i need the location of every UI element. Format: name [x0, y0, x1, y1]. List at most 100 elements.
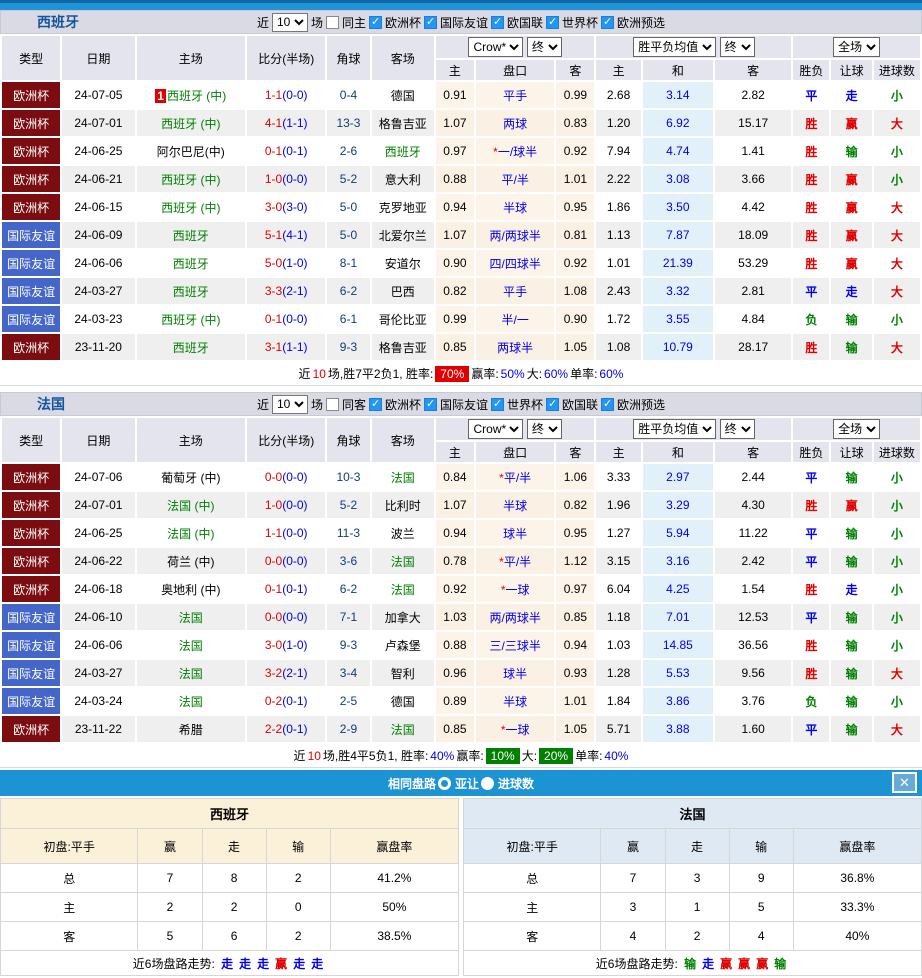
same-venue-label: 同客: [342, 396, 366, 413]
asia-odds-group-header: Crow* 终: [436, 418, 595, 440]
euro-stage-select[interactable]: 终: [720, 37, 755, 57]
score-cell: 2-2(0-1): [247, 716, 325, 742]
home-cell: 阿尔巴尼(中): [137, 138, 245, 164]
euro-draw-odds-cell: 4.25: [643, 576, 713, 602]
date-cell: 24-06-21: [62, 166, 134, 192]
near-count-select[interactable]: 10: [272, 395, 308, 414]
col-asia-away: 客: [556, 442, 594, 462]
goals-result-cell: 大: [874, 334, 920, 360]
corner-cell: 2-6: [327, 138, 369, 164]
same-venue-checkbox[interactable]: [326, 16, 339, 29]
league-checkbox-2[interactable]: [491, 398, 504, 411]
goals-result-cell: 小: [874, 492, 920, 518]
league-checkbox-0[interactable]: [369, 16, 382, 29]
panel-title: 相同盘路: [388, 775, 436, 792]
asia-home-odds-cell: 0.84: [436, 464, 474, 490]
league-checkbox-4[interactable]: [601, 398, 614, 411]
euro-company-select[interactable]: 胜平负均值: [633, 37, 716, 57]
league-checkbox-2[interactable]: [491, 16, 504, 29]
away-cell: 加拿大: [372, 604, 434, 630]
panel-stat-row: 总73936.8%: [464, 864, 922, 893]
match-row: 国际友谊24-06-06西班牙5-0(1-0)8-1安道尔0.90四/四球半0.…: [2, 250, 920, 276]
date-cell: 23-11-20: [62, 334, 134, 360]
away-cell: 格鲁吉亚: [372, 334, 434, 360]
league-checkbox-0[interactable]: [369, 398, 382, 411]
goals-result-cell: 小: [874, 306, 920, 332]
spain-matches-table: 类型 日期 主场 比分(半场) 角球 客场 Crow* 终 胜平负均值 终 全场: [0, 34, 922, 362]
home-cell: 奥地利 (中): [137, 576, 245, 602]
euro-away-odds-cell: 1.60: [715, 716, 791, 742]
euro-home-odds-cell: 1.86: [596, 194, 640, 220]
league-checkbox-1[interactable]: [424, 398, 437, 411]
score-cell: 0-0(0-0): [247, 464, 325, 490]
goals-radio[interactable]: [481, 777, 494, 790]
col-handicap: 盘口: [476, 60, 554, 80]
away-cell: 格鲁吉亚: [372, 110, 434, 136]
euro-stage-select[interactable]: 终: [720, 419, 755, 439]
panel-col-header: 初盘:平手: [464, 829, 601, 864]
league-checkbox-3[interactable]: [546, 16, 559, 29]
games-label: 场: [311, 396, 323, 413]
asia-stage-select[interactable]: 终: [527, 37, 562, 57]
handicap-result-cell: 输: [831, 660, 871, 686]
summary-text: 近: [299, 365, 311, 382]
push-count: 6: [202, 922, 266, 951]
corner-cell: 13-3: [327, 110, 369, 136]
col-home: 主场: [137, 36, 245, 80]
date-cell: 24-07-06: [62, 464, 134, 490]
trend-row: 近6场盘路走势: 走走走赢走走: [1, 951, 459, 976]
score-cell: 0-1(0-0): [247, 306, 325, 332]
close-icon[interactable]: ✕: [892, 772, 917, 793]
handicap-cell: 半球: [476, 194, 554, 220]
euro-away-odds-cell: 2.82: [715, 82, 791, 108]
euro-home-odds-cell: 1.18: [596, 604, 640, 630]
euro-home-odds-cell: 1.13: [596, 222, 640, 248]
col-goal: 进球数: [874, 60, 920, 80]
asia-away-odds-cell: 0.92: [556, 250, 594, 276]
match-row: 欧洲杯24-06-22荷兰 (中)0-0(0-0)3-6法国0.78*平/半1.…: [2, 548, 920, 574]
scope-select[interactable]: 全场: [833, 37, 880, 57]
scope-select[interactable]: 全场: [833, 419, 880, 439]
score-cell: 3-1(1-1): [247, 334, 325, 360]
summary-text: 单率:: [570, 365, 597, 382]
euro-home-odds-cell: 2.68: [596, 82, 640, 108]
match-row: 欧洲杯24-07-01西班牙 (中)4-1(1-1)13-3格鲁吉亚1.07两球…: [2, 110, 920, 136]
asia-company-select[interactable]: Crow*: [468, 419, 523, 439]
asia-stage-select[interactable]: 终: [527, 419, 562, 439]
score-cell: 0-2(0-1): [247, 688, 325, 714]
handicap-result-cell: 赢: [831, 250, 871, 276]
euro-away-odds-cell: 36.56: [715, 632, 791, 658]
date-cell: 24-07-05: [62, 82, 134, 108]
away-cell: 法国: [372, 548, 434, 574]
col-result: 胜负: [793, 60, 829, 80]
euro-draw-odds-cell: 3.29: [643, 492, 713, 518]
handicap-cell: *一球: [476, 716, 554, 742]
home-cell: 西班牙 (中): [137, 166, 245, 192]
home-cell: 法国: [137, 604, 245, 630]
away-cell: 克罗地亚: [372, 194, 434, 220]
corner-cell: 5-2: [327, 166, 369, 192]
away-cell: 法国: [372, 576, 434, 602]
asia-company-select[interactable]: Crow*: [468, 37, 523, 57]
euro-odds-group-header: 胜平负均值 终: [596, 36, 791, 58]
near-count-select[interactable]: 10: [272, 13, 308, 32]
euro-draw-odds-cell: 3.14: [643, 82, 713, 108]
asia-home-odds-cell: 0.97: [436, 138, 474, 164]
lose-count: 4: [729, 922, 793, 951]
score-cell: 0-1(0-1): [247, 576, 325, 602]
asia-handicap-radio[interactable]: [438, 777, 451, 790]
league-checkbox-4[interactable]: [601, 16, 614, 29]
league-checkbox-3[interactable]: [546, 398, 559, 411]
away-cell: 卢森堡: [372, 632, 434, 658]
handicap-cell: *一球: [476, 576, 554, 602]
date-cell: 24-06-18: [62, 576, 134, 602]
match-row: 欧洲杯23-11-20西班牙3-1(1-1)9-3格鲁吉亚0.85两球半1.05…: [2, 334, 920, 360]
result-cell: 胜: [793, 194, 829, 220]
asia-home-odds-cell: 1.07: [436, 110, 474, 136]
same-venue-checkbox[interactable]: [326, 398, 339, 411]
asia-home-odds-cell: 0.82: [436, 278, 474, 304]
league-checkbox-1[interactable]: [424, 16, 437, 29]
corner-cell: 8-1: [327, 250, 369, 276]
away-cell: 哥伦比亚: [372, 306, 434, 332]
euro-company-select[interactable]: 胜平负均值: [633, 419, 716, 439]
